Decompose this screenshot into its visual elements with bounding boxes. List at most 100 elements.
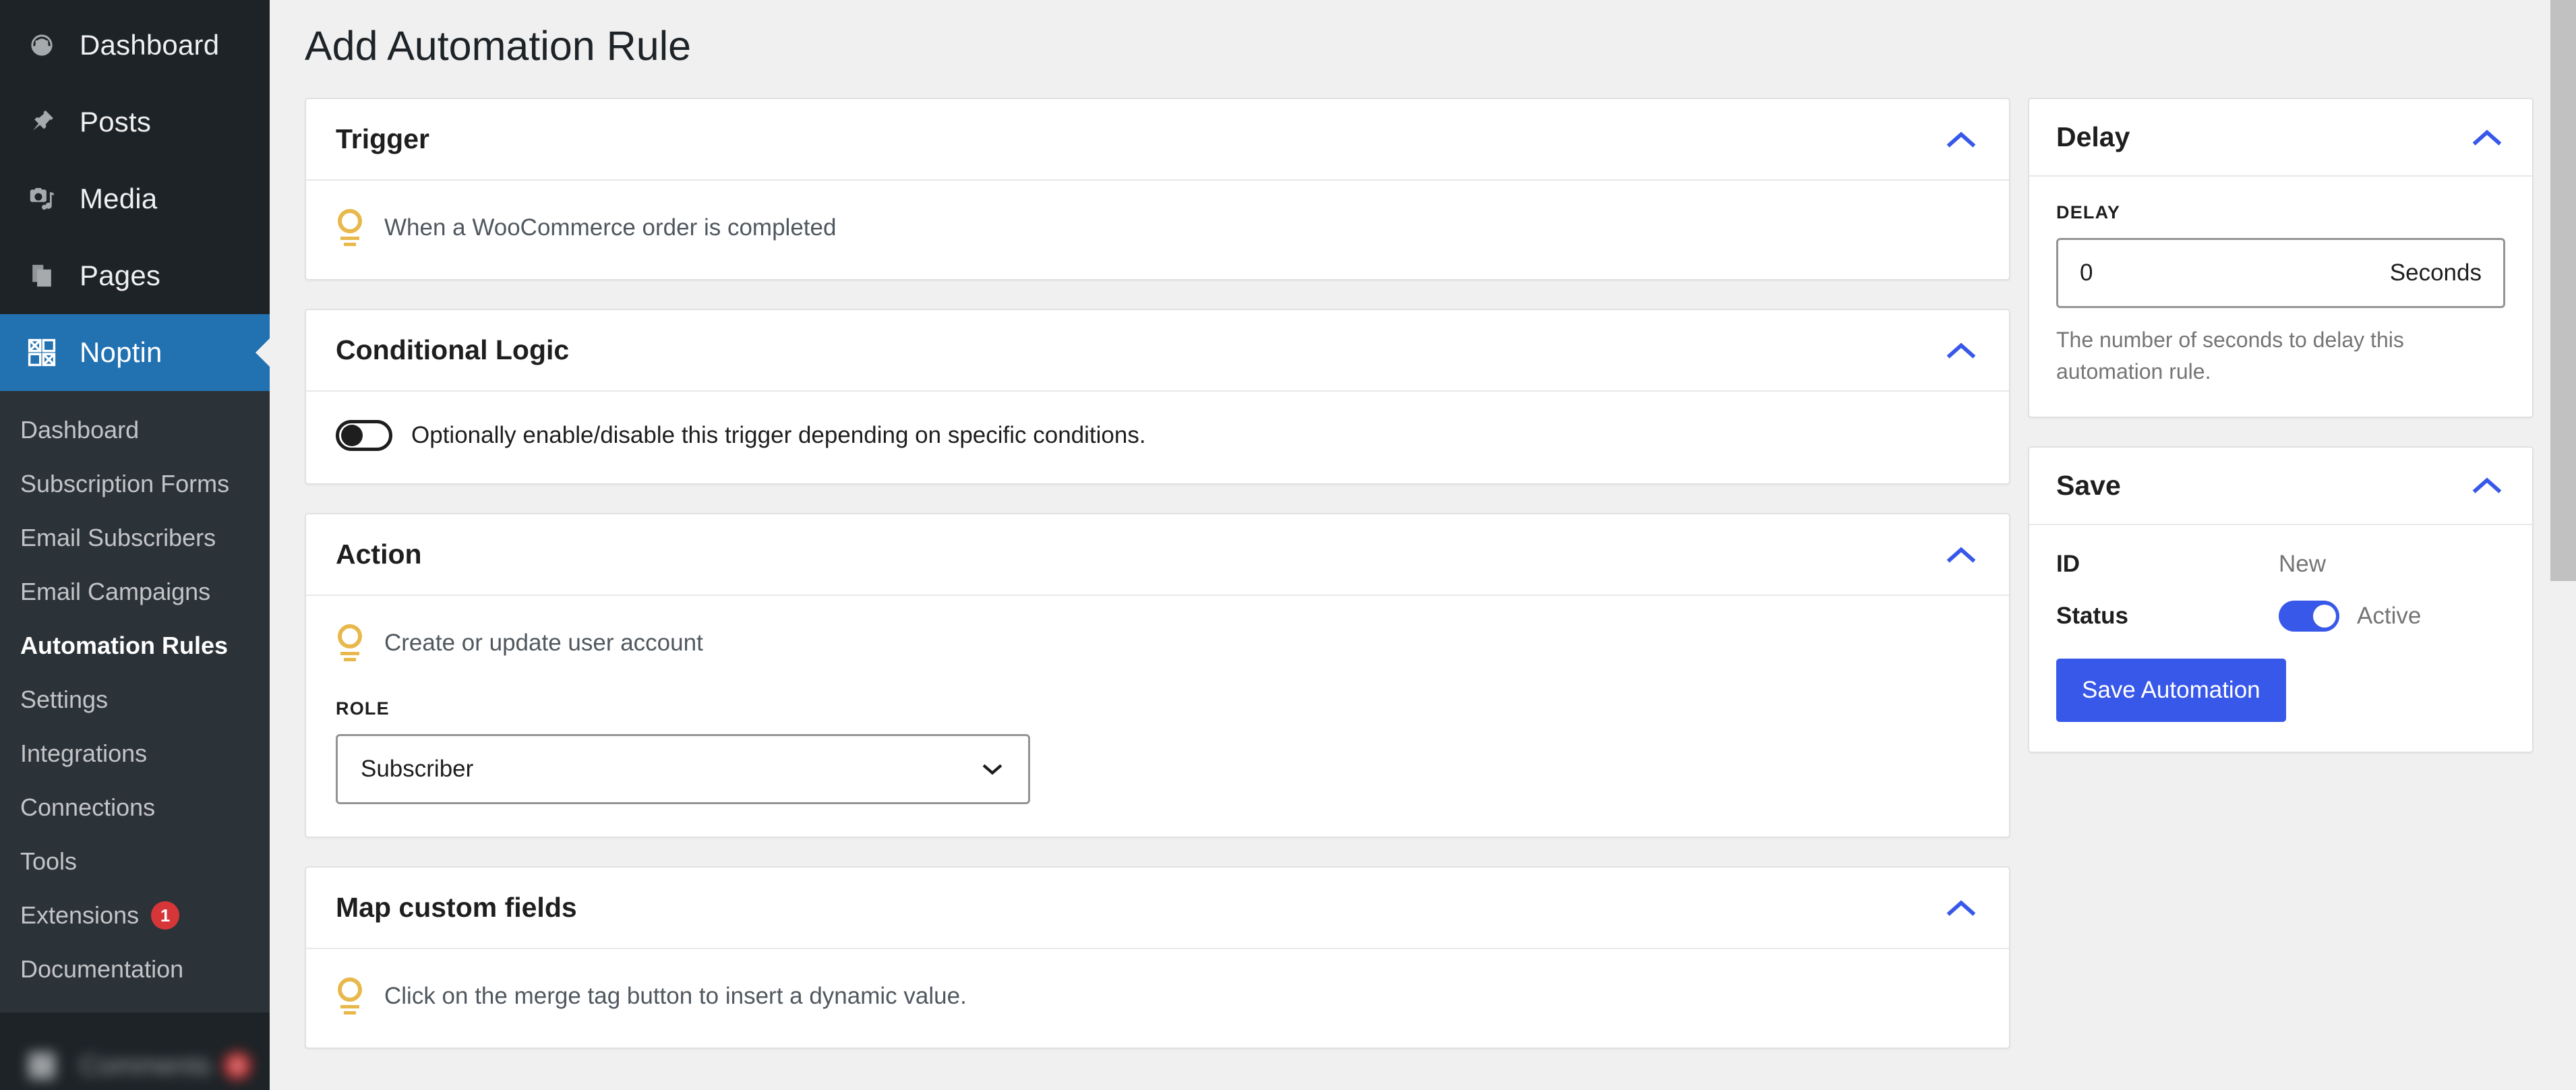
trigger-panel-body: When a WooCommerce order is completed (306, 181, 2009, 279)
status-badge: 0 (222, 1052, 251, 1080)
sidebar-subitem-subscription-forms[interactable]: Subscription Forms (0, 457, 270, 511)
delay-unit-label: Seconds (2389, 260, 2482, 286)
action-panel-title: Action (336, 539, 422, 570)
trigger-panel: Trigger When a WooCommerce order is comp… (305, 98, 2010, 281)
sidebar-subitem-integrations[interactable]: Integrations (0, 727, 270, 781)
sidebar-item-noptin[interactable]: Noptin (0, 314, 270, 391)
primary-column: Trigger When a WooCommerce order is comp… (305, 98, 2010, 1077)
chevron-up-icon[interactable] (1943, 339, 1979, 362)
chevron-up-icon[interactable] (1943, 897, 1979, 919)
save-automation-button[interactable]: Save Automation (2056, 658, 2286, 722)
sidebar-subitem-label: Subscription Forms (20, 470, 230, 497)
status-badge: 1 (151, 901, 180, 930)
toggle-knob (2313, 604, 2336, 628)
secondary-column: Delay DELAY 0 Seconds The number of seco… (2028, 98, 2534, 1077)
delay-input-value: 0 (2080, 260, 2093, 286)
admin-sidebar: Dashboard Posts Media Pages Noptin Dashb… (0, 0, 270, 1090)
save-panel-header[interactable]: Save (2029, 448, 2532, 525)
role-select[interactable]: Subscriber (336, 734, 1030, 805)
app-root: Dashboard Posts Media Pages Noptin Dashb… (0, 0, 2576, 1090)
role-field: ROLE Subscriber (336, 698, 1979, 805)
save-status-toggle[interactable] (2279, 600, 2339, 632)
chevron-up-icon[interactable] (2469, 474, 2505, 497)
action-tip-row: Create or update user account (336, 624, 1979, 662)
save-id-value: New (2279, 550, 2327, 577)
map-custom-fields-panel-body: Click on the merge tag button to insert … (306, 949, 2009, 1048)
delay-panel-body: DELAY 0 Seconds The number of seconds to… (2029, 177, 2532, 417)
sidebar-subitem-settings[interactable]: Settings (0, 673, 270, 727)
sidebar-subitem-extensions[interactable]: Extensions 1 (0, 888, 270, 942)
delay-panel-header[interactable]: Delay (2029, 99, 2532, 177)
chevron-up-icon[interactable] (2469, 126, 2505, 149)
sidebar-subitem-label: Email Campaigns (20, 578, 211, 605)
pin-icon (26, 107, 58, 138)
page-scrollbar-thumb[interactable] (2550, 0, 2576, 581)
sidebar-top-menu: Dashboard Posts Media Pages Noptin (0, 0, 270, 391)
media-icon (26, 183, 58, 214)
delay-input[interactable]: 0 Seconds (2056, 238, 2505, 309)
conditional-logic-panel-body: Optionally enable/disable this trigger d… (306, 392, 2009, 483)
role-field-label: ROLE (336, 698, 390, 719)
trigger-tip-row: When a WooCommerce order is completed (336, 209, 1979, 247)
chevron-up-icon[interactable] (1943, 128, 1979, 151)
sidebar-item-dashboard[interactable]: Dashboard (0, 7, 270, 84)
map-custom-fields-tip-text: Click on the merge tag button to insert … (384, 983, 967, 1010)
sidebar-subitem-label: Documentation (20, 955, 184, 983)
sidebar-subitem-dashboard[interactable]: Dashboard (0, 403, 270, 457)
sidebar-subitem-documentation[interactable]: Documentation (0, 942, 270, 996)
comments-icon (26, 1052, 58, 1079)
sidebar-subitem-label: Extensions (20, 901, 140, 929)
lightbulb-icon (336, 209, 364, 247)
save-panel: Save ID New Status Active Save Automatio… (2028, 446, 2534, 753)
trigger-panel-header[interactable]: Trigger (306, 99, 2009, 181)
sidebar-subitem-automation-rules[interactable]: Automation Rules (0, 619, 270, 673)
save-id-row: ID New (2056, 551, 2505, 578)
sidebar-item-pages[interactable]: Pages (0, 237, 270, 314)
trigger-tip-text: When a WooCommerce order is completed (384, 214, 837, 241)
save-status-value: Active (2357, 602, 2422, 629)
sidebar-item-label: Pages (80, 260, 161, 291)
lightbulb-icon (336, 624, 364, 662)
save-panel-title: Save (2056, 469, 2121, 501)
chevron-down-icon[interactable] (981, 756, 1004, 783)
lightbulb-icon (336, 977, 364, 1015)
conditional-logic-toggle[interactable] (336, 420, 392, 452)
main-content: Add Automation Rule Trigger When a WooCo… (270, 0, 2576, 1090)
conditional-logic-panel-header[interactable]: Conditional Logic (306, 310, 2009, 392)
trigger-panel-title: Trigger (336, 123, 429, 155)
content-columns: Trigger When a WooCommerce order is comp… (305, 98, 2576, 1077)
pages-icon (26, 260, 58, 291)
sidebar-item-comments[interactable]: Comments 0 (0, 1030, 270, 1090)
noptin-grid-icon (26, 337, 58, 368)
delay-help-text: The number of seconds to delay this auto… (2056, 328, 2404, 384)
save-status-label: Status (2056, 602, 2128, 629)
action-panel-header[interactable]: Action (306, 514, 2009, 597)
chevron-up-icon[interactable] (1943, 543, 1979, 566)
sidebar-subitem-tools[interactable]: Tools (0, 835, 270, 888)
page-scrollbar-track[interactable] (2550, 0, 2576, 1090)
sidebar-subitem-label: Integrations (20, 739, 148, 767)
save-status-row: Status Active (2056, 600, 2505, 632)
toggle-knob (341, 425, 363, 447)
page-title: Add Automation Rule (305, 23, 692, 69)
map-custom-fields-panel-header[interactable]: Map custom fields (306, 868, 2009, 950)
save-panel-body: ID New Status Active Save Automation (2029, 525, 2532, 752)
sidebar-subitem-connections[interactable]: Connections (0, 781, 270, 835)
sidebar-item-posts[interactable]: Posts (0, 84, 270, 160)
sidebar-item-media[interactable]: Media (0, 160, 270, 237)
sidebar-subitem-label: Settings (20, 686, 109, 713)
sidebar-subitem-label: Email Subscribers (20, 524, 216, 551)
noptin-submenu: Dashboard Subscription Forms Email Subsc… (0, 391, 270, 1012)
action-panel-body: Create or update user account ROLE Subsc… (306, 596, 2009, 837)
sidebar-item-label: Posts (80, 106, 152, 138)
dashboard-icon (26, 30, 58, 61)
map-custom-fields-panel: Map custom fields Click on the merge tag… (305, 866, 2010, 1050)
role-select-value: Subscriber (361, 756, 474, 783)
sidebar-subitem-label: Connections (20, 793, 156, 821)
sidebar-item-label: Noptin (80, 336, 162, 368)
sidebar-subitem-email-campaigns[interactable]: Email Campaigns (0, 565, 270, 619)
sidebar-subitem-email-subscribers[interactable]: Email Subscribers (0, 511, 270, 565)
delay-panel-title: Delay (2056, 121, 2130, 153)
action-panel: Action Create or update user account ROL… (305, 513, 2010, 839)
sidebar-subitem-label: Automation Rules (20, 632, 229, 659)
